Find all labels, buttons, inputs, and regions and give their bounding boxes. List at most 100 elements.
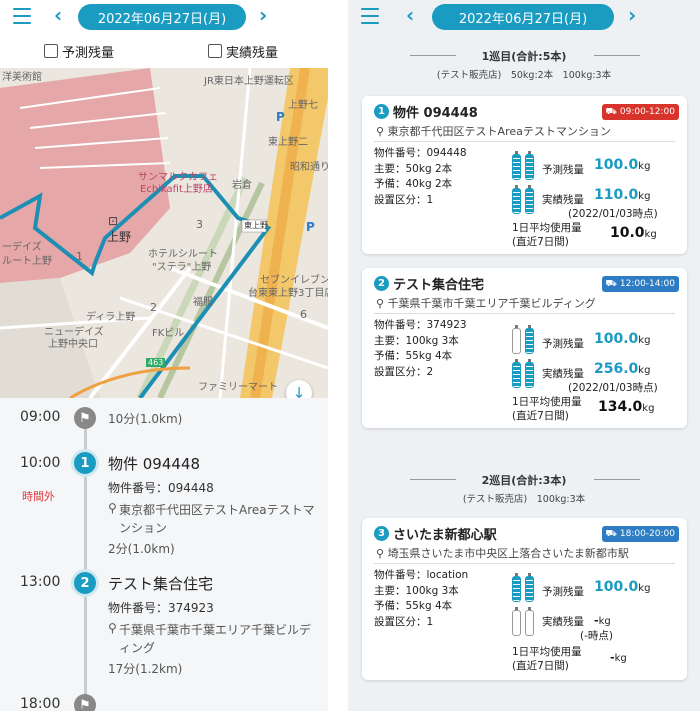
- delivery-card[interactable]: 2 テスト集合住宅 ⛟ 12:00-14:00 ⚲ 千葉県千葉市千葉エリア千葉ビル…: [362, 268, 687, 428]
- actual-as-of: (-時点): [580, 630, 613, 642]
- map-label: 1: [76, 250, 83, 263]
- unit: kg: [638, 583, 651, 594]
- map-label: FKビル: [152, 328, 185, 339]
- round-title: 2巡目(合計:3本): [481, 474, 567, 487]
- map-label: ルート上野: [2, 256, 52, 267]
- truck-icon: ⛟: [605, 528, 617, 539]
- map-label: "ステラ"上野: [152, 262, 212, 273]
- unit: kg: [638, 365, 651, 376]
- date-pill[interactable]: 2022年06月27日(月): [78, 4, 246, 30]
- property-info: 物件番号：location 主要：100kg 3本 予備：55kg 4本 設置区…: [374, 568, 468, 630]
- map-label: 2: [150, 301, 157, 314]
- divider: [374, 141, 675, 142]
- actual-label: 実績残量: [542, 194, 584, 206]
- property-number: 物件番号：374923: [108, 601, 214, 615]
- checkbox-box[interactable]: [208, 44, 222, 58]
- predicted-number: 100.0: [594, 331, 639, 347]
- parking-icon: P: [306, 220, 315, 234]
- menu-icon[interactable]: [13, 8, 31, 24]
- property-name: さいたま新都心駅: [393, 528, 497, 543]
- stop-number: 1: [374, 104, 389, 119]
- time-window-badge: ⛟ 09:00-12:00: [601, 104, 679, 120]
- travel-time: 17分(1.2km): [108, 662, 183, 676]
- stop-number: 2: [374, 276, 389, 291]
- property-number: 物件番号：094448: [374, 147, 467, 159]
- install-class: 設置区分：2: [374, 365, 434, 378]
- address-text: 千葉県千葉市千葉エリア千葉ビルディング: [387, 297, 596, 310]
- address-line: ンション: [119, 521, 168, 535]
- map-label: 洋美術館: [2, 72, 42, 83]
- route-map[interactable]: 洋美術館 JR東日本上野運転区 上野七 上野 ⊡ サンマルクカフェ Echika…: [0, 68, 328, 398]
- divider: [594, 55, 640, 56]
- gas-cylinder-icon: [512, 359, 521, 388]
- travel-time: 2分(1.0km): [108, 542, 175, 556]
- time-label: 13:00: [20, 574, 61, 590]
- map-label: 東上野二: [268, 137, 308, 148]
- predicted-value: 100.0kg: [594, 157, 650, 173]
- time-label: 18:00: [20, 696, 61, 711]
- map-label: JR東日本上野運転区: [204, 76, 294, 87]
- remaining-toggles: 予測残量 実績残量: [0, 34, 328, 68]
- time-label: 09:00: [20, 409, 61, 425]
- map-label: Echikafit上野店: [140, 184, 213, 195]
- actual-checkbox[interactable]: 実績残量: [208, 42, 278, 61]
- gas-cylinder-icon: [525, 607, 534, 636]
- property-number: 物件番号：374923: [374, 319, 467, 331]
- unit: kg: [638, 335, 651, 346]
- predicted-number: 100.0: [594, 579, 639, 595]
- time-window-badge: ⛟ 12:00-14:00: [601, 276, 679, 292]
- actual-number: 110.0: [594, 187, 639, 203]
- next-date-chevron-icon[interactable]: ›: [259, 3, 267, 27]
- divider: [374, 563, 675, 564]
- avg-usage-value: 10.0kg: [610, 225, 657, 241]
- property-number: 物件番号：location: [374, 569, 469, 581]
- map-label: 福服: [193, 297, 213, 308]
- next-date-chevron-icon[interactable]: ›: [628, 3, 636, 27]
- unit: kg: [642, 403, 655, 414]
- address-line: 東京都千代田区テストAreaテストマ: [119, 503, 315, 517]
- round-summary: (テスト販売店) 100kg:3本: [462, 494, 586, 505]
- predicted-label: 予測残量: [542, 338, 584, 350]
- stop-number-1[interactable]: 1: [74, 452, 96, 474]
- station-icon: ⊡: [108, 214, 119, 228]
- gas-cylinder-icon: [512, 185, 521, 214]
- location-pin-icon: ⚲: [376, 125, 388, 138]
- avg-usage-label: 1日平均使用量: [512, 646, 582, 658]
- gas-cylinder-icon: [512, 325, 521, 354]
- divider: [594, 479, 640, 480]
- property-name: テスト集合住宅: [393, 278, 485, 293]
- predict-checkbox[interactable]: 予測残量: [44, 42, 114, 61]
- prev-date-chevron-icon[interactable]: ‹: [406, 3, 414, 27]
- actual-checkbox-label: 実績残量: [226, 45, 279, 61]
- map-label: ファミリーマート: [198, 382, 278, 393]
- menu-icon[interactable]: [361, 8, 379, 24]
- unit: kg: [614, 653, 627, 664]
- spare-cylinders: 予備：40kg 2本: [374, 178, 453, 190]
- stop-number-2[interactable]: 2: [74, 572, 96, 594]
- gas-cylinder-icon: [512, 607, 521, 636]
- header: ‹ 2022年06月27日(月) ›: [348, 0, 700, 34]
- prev-date-chevron-icon[interactable]: ‹: [54, 3, 62, 27]
- map-label: 上野: [107, 230, 132, 244]
- address-line: 千葉県千葉市千葉エリア千葉ビルデ: [119, 623, 312, 637]
- checkbox-box[interactable]: [44, 44, 58, 58]
- map-label: 東上野: [244, 221, 268, 230]
- map-label: 上野中央口: [48, 339, 98, 350]
- date-pill[interactable]: 2022年06月27日(月): [432, 4, 614, 30]
- delivery-card[interactable]: 3 さいたま新都心駅 ⛟ 18:00-20:00 ⚲ 埼玉県さいたま市中央区上落合…: [362, 518, 687, 680]
- stop-title[interactable]: テスト集合住宅: [108, 573, 213, 594]
- unit: kg: [638, 161, 651, 172]
- map-label: 6: [300, 308, 307, 321]
- location-pin-icon: ⚲: [376, 547, 388, 560]
- stop-title[interactable]: 物件 094448: [108, 453, 200, 474]
- map-label: 台東東上野3丁目店: [248, 288, 328, 299]
- main-cylinders: 主要：100kg 3本: [374, 584, 459, 597]
- address-text: 埼玉県さいたま市中央区上落合さいたま新都市駅: [387, 547, 629, 560]
- predicted-label: 予測残量: [542, 164, 584, 176]
- address: ⚲ 千葉県千葉市千葉エリア千葉ビルディング: [376, 295, 596, 311]
- delivery-card[interactable]: 1 物件 094448 ⛟ 09:00-12:00 ⚲ 東京都千代田区テストAre…: [362, 96, 687, 254]
- time-window: 09:00-12:00: [619, 107, 675, 117]
- predict-checkbox-label: 予測残量: [62, 45, 115, 61]
- gas-cylinder-icon: [525, 325, 534, 354]
- actual-label: 実績残量: [542, 616, 584, 628]
